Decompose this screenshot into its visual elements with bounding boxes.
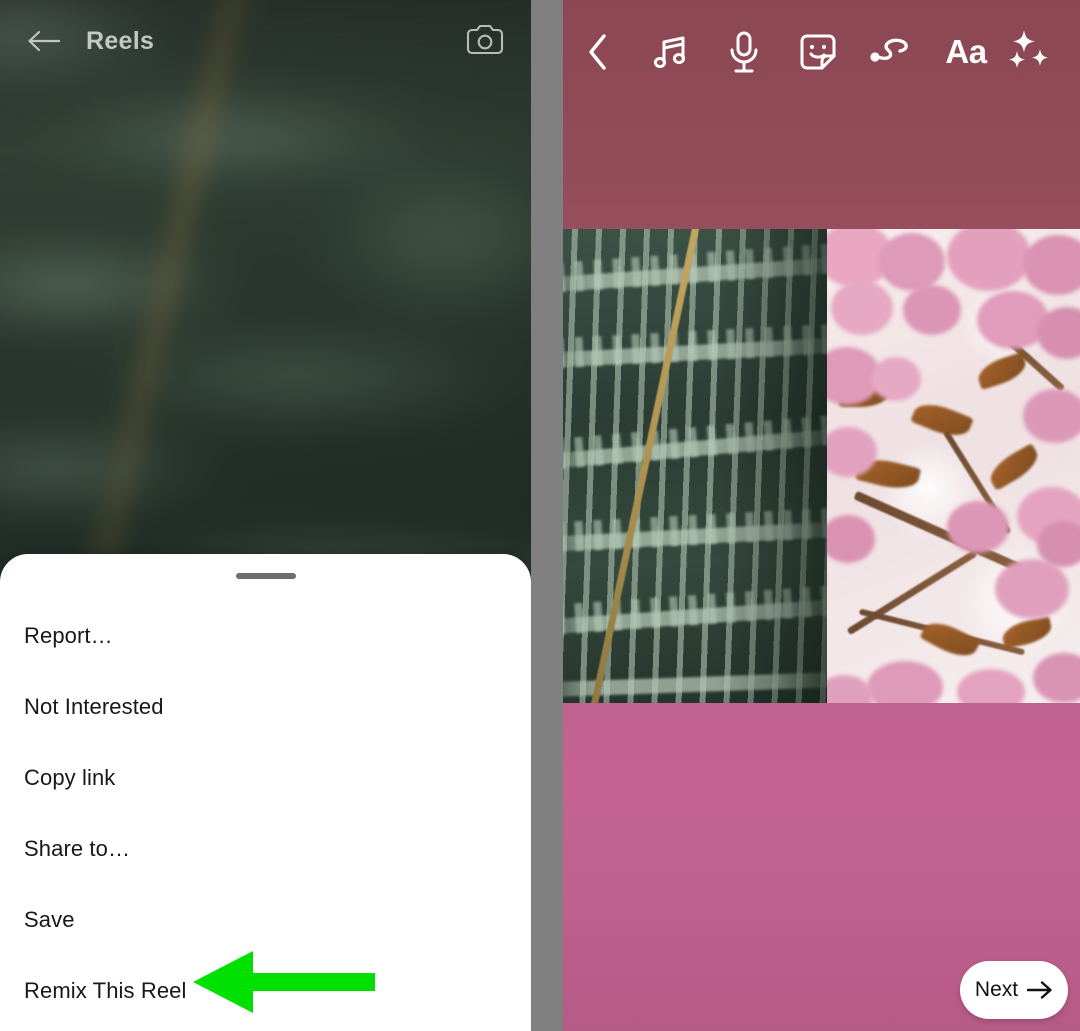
effects-button[interactable]	[1001, 22, 1063, 82]
menu-item-label: Not Interested	[24, 693, 164, 719]
menu-item-not-interested[interactable]: Not Interested	[0, 671, 531, 742]
arrow-right-icon	[1027, 981, 1052, 999]
menu-item-share-to[interactable]: Share to…	[0, 813, 531, 884]
page-title: Reels	[86, 26, 155, 55]
sticker-button[interactable]	[781, 22, 855, 82]
fern-photo[interactable]	[563, 229, 827, 703]
next-button-label: Next	[974, 978, 1019, 1001]
next-button[interactable]: Next	[960, 961, 1068, 1019]
sticker-icon	[800, 34, 836, 70]
back-chevron-icon	[589, 34, 606, 70]
music-note-icon	[653, 36, 686, 68]
microphone-icon	[730, 31, 758, 73]
text-button[interactable]: Aa	[929, 22, 1003, 82]
cherry-blossom-photo[interactable]	[827, 229, 1080, 703]
reels-header: Reels	[0, 0, 531, 82]
menu-item-label: Report…	[24, 622, 113, 648]
drag-handle[interactable]	[235, 573, 296, 579]
menu-item-label: Save	[24, 906, 75, 932]
media-strip	[563, 229, 1080, 703]
menu-item-copy-link[interactable]: Copy link	[0, 742, 531, 813]
editor-toolbar: Aa	[563, 0, 1080, 104]
camera-button[interactable]	[457, 15, 513, 67]
draw-button[interactable]	[855, 22, 929, 82]
back-arrow-icon	[28, 30, 61, 52]
annotation-arrow-icon	[193, 951, 375, 1013]
sparkles-icon	[1009, 30, 1048, 68]
music-button[interactable]	[633, 22, 707, 82]
menu-item-label: Copy link	[24, 764, 116, 790]
panel-divider	[531, 0, 563, 1031]
draw-icon	[870, 38, 908, 62]
camera-icon	[466, 24, 504, 55]
text-icon: Aa	[945, 33, 987, 70]
back-button[interactable]	[18, 15, 70, 67]
fern-shadow	[716, 229, 827, 703]
editor-back-button[interactable]	[563, 22, 633, 82]
reel-editor-phone-panel: Aa Next	[563, 0, 1080, 1031]
menu-item-report[interactable]: Report…	[0, 600, 531, 671]
reels-phone-panel: Reels Report… Not Interested Copy link S…	[0, 0, 531, 1031]
screenshot-root: Reels Report… Not Interested Copy link S…	[0, 0, 1080, 1031]
voiceover-button[interactable]	[707, 22, 781, 82]
menu-item-label: Share to…	[24, 835, 131, 861]
menu-item-label: Remix This Reel	[24, 977, 187, 1003]
menu-item-save[interactable]: Save	[0, 884, 531, 955]
